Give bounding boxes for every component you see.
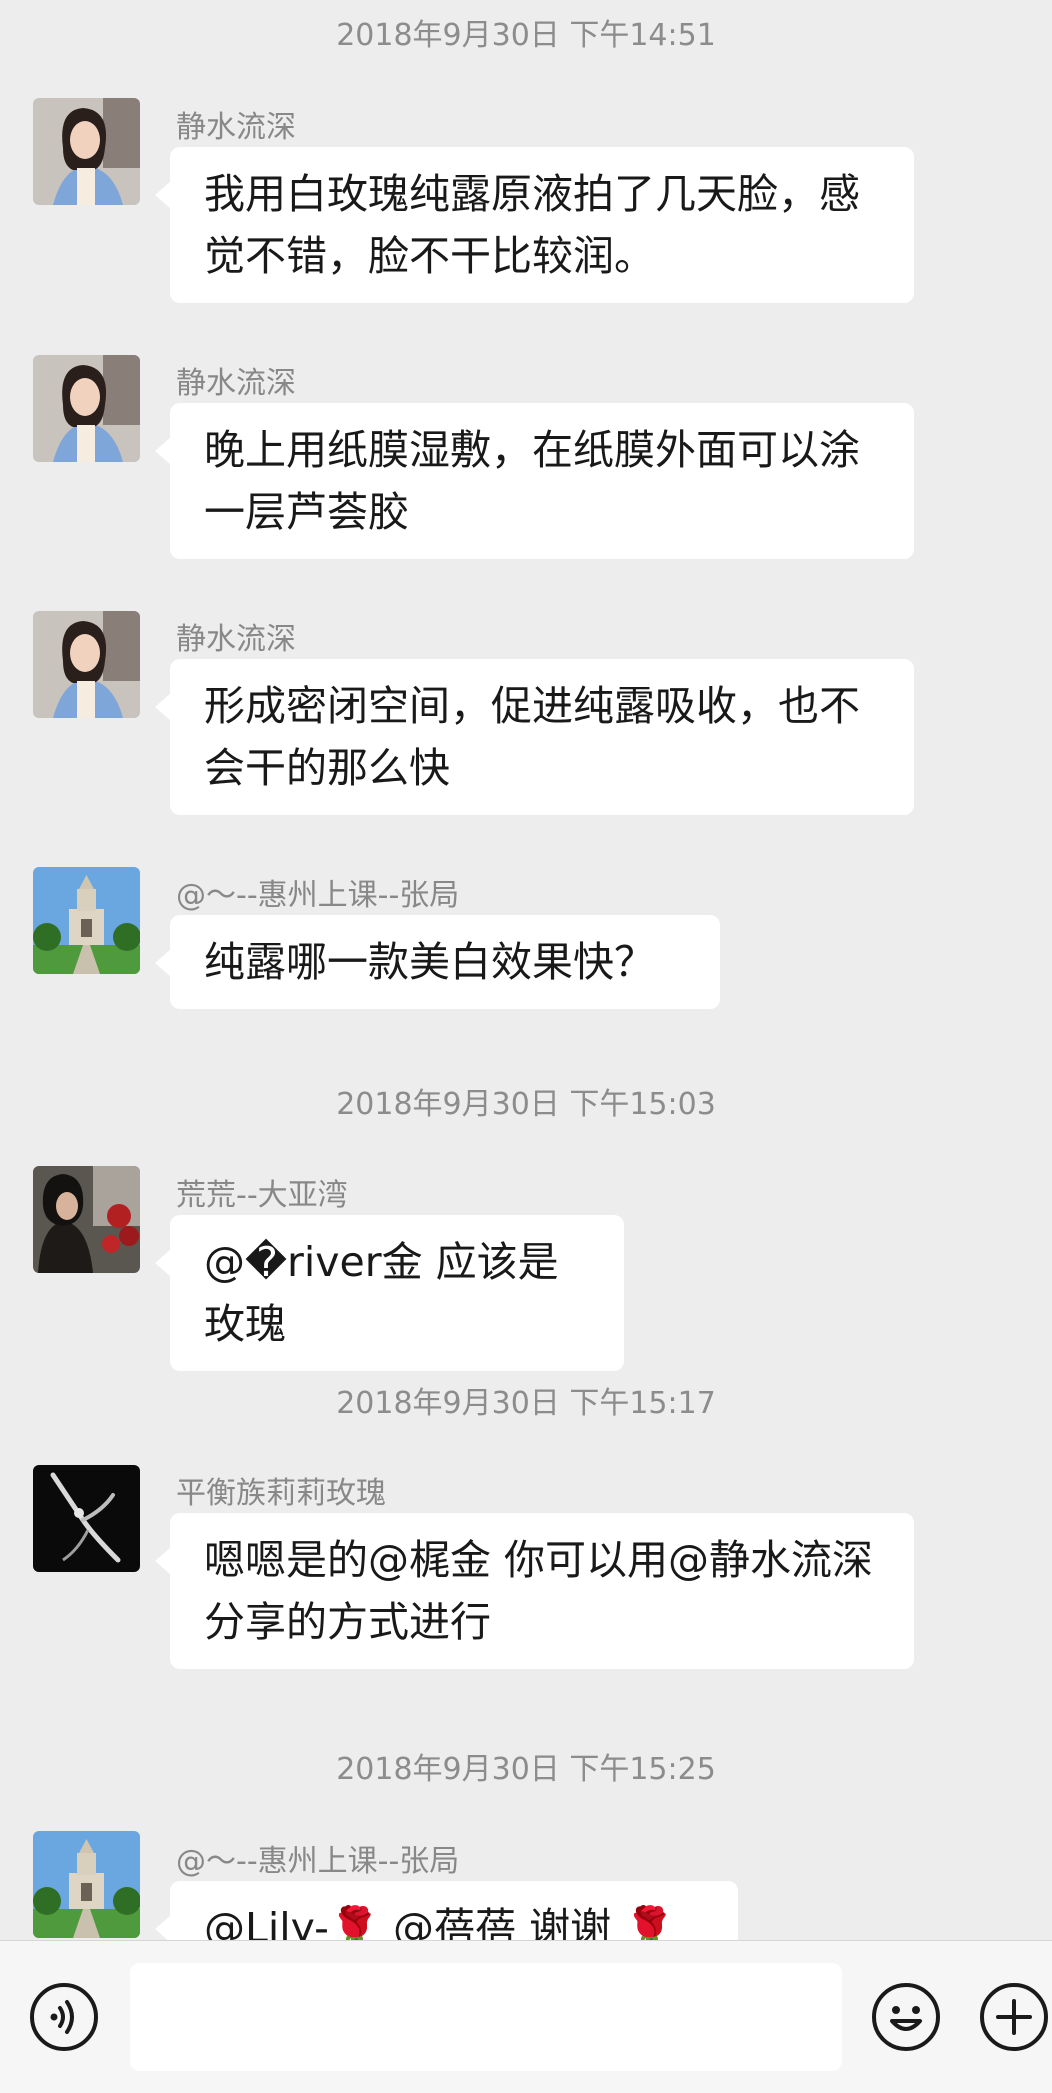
emoji-icon [872, 1983, 940, 2051]
woman-portrait-avatar [33, 98, 140, 205]
voice-icon [30, 1983, 98, 2051]
avatar-woman-portrait[interactable] [33, 611, 140, 718]
input-bar [0, 1940, 1052, 2093]
message-input[interactable] [130, 1963, 842, 2071]
message-bubble[interactable]: 我用白玫瑰纯露原液拍了几天脸，感觉不错，脸不干比较润。 [155, 147, 914, 303]
sender-name: 静水流深 [176, 622, 296, 657]
avatar-building[interactable] [33, 867, 140, 974]
sender-name: @～--惠州上课--张局 [176, 878, 460, 913]
woman-portrait-avatar [33, 611, 140, 718]
dancer-avatar [33, 1465, 140, 1572]
sender-name: 荒荒--大亚湾 [176, 1178, 348, 1213]
woman-portrait-avatar [33, 355, 140, 462]
sender-name: @～--惠州上课--张局 [176, 1844, 460, 1879]
message-bubble[interactable]: @Lily-🌹 @蓓蓓 谢谢 🌹 [155, 1881, 738, 1940]
emoji-button[interactable] [870, 1981, 942, 2053]
message-bubble[interactable]: 晚上用纸膜湿敷，在纸膜外面可以涂一层芦荟胶 [155, 403, 914, 559]
voice-button[interactable] [28, 1981, 100, 2053]
woman-roses-avatar [33, 1166, 140, 1273]
building-avatar [33, 1831, 140, 1938]
avatar-woman-roses[interactable] [33, 1166, 140, 1273]
message-bubble[interactable]: 纯露哪一款美白效果快？ [155, 915, 720, 1009]
sender-name: 静水流深 [176, 366, 296, 401]
timestamp: 2018年9月30日 下午14:51 [336, 18, 716, 53]
avatar-woman-portrait[interactable] [33, 355, 140, 462]
avatar-building[interactable] [33, 1831, 140, 1938]
plus-icon [980, 1983, 1048, 2051]
message-bubble[interactable]: 形成密闭空间，促进纯露吸收，也不会干的那么快 [155, 659, 914, 815]
avatar-dancer[interactable] [33, 1465, 140, 1572]
message-bubble[interactable]: 嗯嗯是的@梶金 你可以用@静水流深 分享的方式进行 [155, 1513, 914, 1669]
sender-name: 静水流深 [176, 110, 296, 145]
chat-area: 2018年9月30日 下午14:51 静水流深 我用白玫瑰纯露原液拍了几天脸，感… [0, 0, 1052, 1940]
avatar-woman-portrait[interactable] [33, 98, 140, 205]
sender-name: 平衡族莉莉玫瑰 [176, 1476, 386, 1511]
plus-button[interactable] [978, 1981, 1050, 2053]
timestamp: 2018年9月30日 下午15:25 [336, 1752, 716, 1787]
timestamp: 2018年9月30日 下午15:03 [336, 1087, 716, 1122]
timestamp: 2018年9月30日 下午15:17 [336, 1386, 716, 1421]
building-avatar [33, 867, 140, 974]
message-bubble[interactable]: @�river金 应该是玫瑰 [155, 1215, 624, 1371]
